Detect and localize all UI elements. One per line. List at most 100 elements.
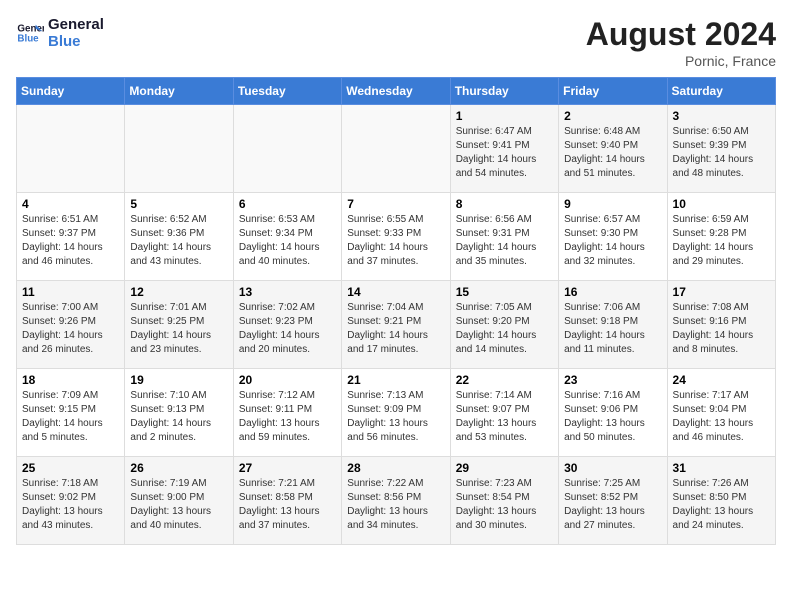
col-monday: Monday [125,78,233,105]
day-info: Sunrise: 7:01 AMSunset: 9:25 PMDaylight:… [130,301,227,357]
calendar-cell: 22 Sunrise: 7:14 AMSunset: 9:07 PMDayligh… [450,369,558,457]
calendar-cell: 20 Sunrise: 7:12 AMSunset: 9:11 PMDayligh… [233,369,341,457]
day-number: 13 [239,285,336,299]
day-info: Sunrise: 7:26 AMSunset: 8:50 PMDaylight:… [673,477,770,533]
day-number: 24 [673,373,770,387]
day-info: Sunrise: 6:51 AMSunset: 9:37 PMDaylight:… [22,213,119,269]
calendar-cell [233,105,341,193]
day-info: Sunrise: 7:05 AMSunset: 9:20 PMDaylight:… [456,301,553,357]
calendar-cell: 29 Sunrise: 7:23 AMSunset: 8:54 PMDayligh… [450,457,558,545]
calendar-cell: 6 Sunrise: 6:53 AMSunset: 9:34 PMDaylight… [233,193,341,281]
month-year-title: August 2024 [586,16,776,53]
calendar-cell: 11 Sunrise: 7:00 AMSunset: 9:26 PMDayligh… [17,281,125,369]
day-info: Sunrise: 6:53 AMSunset: 9:34 PMDaylight:… [239,213,336,269]
calendar-cell: 26Sunrise: 7:19 AMSunset: 9:00 PMDayligh… [125,457,233,545]
day-info: Sunrise: 7:06 AMSunset: 9:18 PMDaylight:… [564,301,661,357]
day-info: Sunrise: 6:50 AMSunset: 9:39 PMDaylight:… [673,125,770,181]
day-info: Sunrise: 7:04 AMSunset: 9:21 PMDaylight:… [347,301,444,357]
svg-text:Blue: Blue [17,33,39,44]
calendar-cell: 13 Sunrise: 7:02 AMSunset: 9:23 PMDayligh… [233,281,341,369]
col-friday: Friday [559,78,667,105]
location-label: Pornic, France [586,53,776,69]
day-number: 25 [22,461,119,475]
day-number: 8 [456,197,553,211]
day-number: 20 [239,373,336,387]
calendar-cell: 24 Sunrise: 7:17 AMSunset: 9:04 PMDayligh… [667,369,775,457]
calendar-cell: 12 Sunrise: 7:01 AMSunset: 9:25 PMDayligh… [125,281,233,369]
day-number: 6 [239,197,336,211]
day-info: Sunrise: 7:25 AMSunset: 8:52 PMDaylight:… [564,477,661,533]
col-saturday: Saturday [667,78,775,105]
day-number: 29 [456,461,553,475]
col-wednesday: Wednesday [342,78,450,105]
day-info: Sunrise: 7:12 AMSunset: 9:11 PMDaylight:… [239,389,336,445]
day-info: Sunrise: 7:10 AMSunset: 9:13 PMDaylight:… [130,389,227,445]
day-number: 1 [456,109,553,123]
logo-icon: General Blue [16,19,44,47]
day-info: Sunrise: 6:52 AMSunset: 9:36 PMDaylight:… [130,213,227,269]
calendar-cell: 3 Sunrise: 6:50 AMSunset: 9:39 PMDaylight… [667,105,775,193]
day-info: Sunrise: 6:47 AMSunset: 9:41 PMDaylight:… [456,125,553,181]
calendar-cell: 17Sunrise: 7:08 AMSunset: 9:16 PMDayligh… [667,281,775,369]
calendar-cell: 28 Sunrise: 7:22 AMSunset: 8:56 PMDayligh… [342,457,450,545]
calendar-cell: 4 Sunrise: 6:51 AMSunset: 9:37 PMDaylight… [17,193,125,281]
day-info: Sunrise: 7:17 AMSunset: 9:04 PMDaylight:… [673,389,770,445]
calendar-cell: 10Sunrise: 6:59 AMSunset: 9:28 PMDayligh… [667,193,775,281]
day-number: 27 [239,461,336,475]
calendar-cell: 9Sunrise: 6:57 AMSunset: 9:30 PMDaylight… [559,193,667,281]
calendar-week-4: 18 Sunrise: 7:09 AMSunset: 9:15 PMDayligh… [17,369,776,457]
day-number: 12 [130,285,227,299]
calendar-table: Sunday Monday Tuesday Wednesday Thursday… [16,77,776,545]
calendar-cell: 27 Sunrise: 7:21 AMSunset: 8:58 PMDayligh… [233,457,341,545]
day-info: Sunrise: 7:02 AMSunset: 9:23 PMDaylight:… [239,301,336,357]
calendar-cell [125,105,233,193]
calendar-cell: 23 Sunrise: 7:16 AMSunset: 9:06 PMDayligh… [559,369,667,457]
day-number: 28 [347,461,444,475]
calendar-cell: 31 Sunrise: 7:26 AMSunset: 8:50 PMDayligh… [667,457,775,545]
day-number: 4 [22,197,119,211]
page-header: General Blue General Blue August 2024 Po… [16,16,776,69]
col-sunday: Sunday [17,78,125,105]
day-info: Sunrise: 7:18 AMSunset: 9:02 PMDaylight:… [22,477,119,533]
day-info: Sunrise: 7:00 AMSunset: 9:26 PMDaylight:… [22,301,119,357]
logo-blue: Blue [48,33,104,50]
day-number: 9 [564,197,661,211]
calendar-cell: 2Sunrise: 6:48 AMSunset: 9:40 PMDaylight… [559,105,667,193]
day-number: 10 [673,197,770,211]
calendar-week-1: 1 Sunrise: 6:47 AMSunset: 9:41 PMDaylight… [17,105,776,193]
day-info: Sunrise: 7:16 AMSunset: 9:06 PMDaylight:… [564,389,661,445]
day-number: 18 [22,373,119,387]
day-number: 16 [564,285,661,299]
day-number: 2 [564,109,661,123]
day-number: 5 [130,197,227,211]
day-info: Sunrise: 7:14 AMSunset: 9:07 PMDaylight:… [456,389,553,445]
calendar-cell: 7Sunrise: 6:55 AMSunset: 9:33 PMDaylight… [342,193,450,281]
day-number: 30 [564,461,661,475]
day-info: Sunrise: 7:09 AMSunset: 9:15 PMDaylight:… [22,389,119,445]
day-number: 17 [673,285,770,299]
day-number: 11 [22,285,119,299]
day-info: Sunrise: 7:23 AMSunset: 8:54 PMDaylight:… [456,477,553,533]
calendar-cell: 5 Sunrise: 6:52 AMSunset: 9:36 PMDaylight… [125,193,233,281]
day-number: 23 [564,373,661,387]
day-info: Sunrise: 7:21 AMSunset: 8:58 PMDaylight:… [239,477,336,533]
calendar-cell: 16 Sunrise: 7:06 AMSunset: 9:18 PMDayligh… [559,281,667,369]
day-number: 31 [673,461,770,475]
calendar-cell [342,105,450,193]
day-number: 14 [347,285,444,299]
day-info: Sunrise: 6:55 AMSunset: 9:33 PMDaylight:… [347,213,444,269]
calendar-week-3: 11 Sunrise: 7:00 AMSunset: 9:26 PMDayligh… [17,281,776,369]
day-info: Sunrise: 7:22 AMSunset: 8:56 PMDaylight:… [347,477,444,533]
calendar-week-5: 25 Sunrise: 7:18 AMSunset: 9:02 PMDayligh… [17,457,776,545]
calendar-cell: 1 Sunrise: 6:47 AMSunset: 9:41 PMDaylight… [450,105,558,193]
calendar-cell [17,105,125,193]
calendar-week-2: 4 Sunrise: 6:51 AMSunset: 9:37 PMDaylight… [17,193,776,281]
calendar-cell: 30 Sunrise: 7:25 AMSunset: 8:52 PMDayligh… [559,457,667,545]
calendar-cell: 15 Sunrise: 7:05 AMSunset: 9:20 PMDayligh… [450,281,558,369]
calendar-cell: 25 Sunrise: 7:18 AMSunset: 9:02 PMDayligh… [17,457,125,545]
day-number: 15 [456,285,553,299]
day-number: 3 [673,109,770,123]
day-number: 26 [130,461,227,475]
day-number: 22 [456,373,553,387]
calendar-cell: 19Sunrise: 7:10 AMSunset: 9:13 PMDayligh… [125,369,233,457]
